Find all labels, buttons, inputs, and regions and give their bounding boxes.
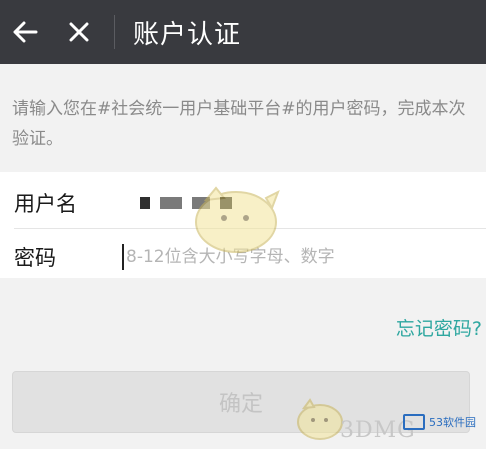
mask-block	[160, 197, 182, 209]
password-label: 密码	[14, 245, 56, 270]
instruction-text: 请输入您在#社会统一用户基础平台#的用户密码，完成本次验证。	[12, 99, 466, 149]
header-divider	[114, 15, 115, 49]
mascot-watermark-icon	[195, 186, 280, 253]
close-icon	[69, 22, 89, 42]
arrow-left-icon	[12, 21, 38, 43]
back-button[interactable]	[0, 0, 50, 64]
username-label: 用户名	[14, 191, 77, 216]
page-title: 账户认证	[133, 19, 242, 50]
mascot-watermark-small-icon	[297, 398, 343, 440]
forgot-password-link[interactable]: 忘记密码?	[396, 314, 482, 341]
mask-block	[140, 197, 150, 209]
top-bar: 账户认证	[0, 0, 486, 64]
site-logo-icon	[403, 414, 425, 430]
site-watermark-text: 53软件园	[429, 416, 476, 429]
site-watermark: 53软件园	[403, 414, 476, 430]
text-cursor	[122, 243, 124, 270]
close-button[interactable]	[50, 0, 108, 64]
